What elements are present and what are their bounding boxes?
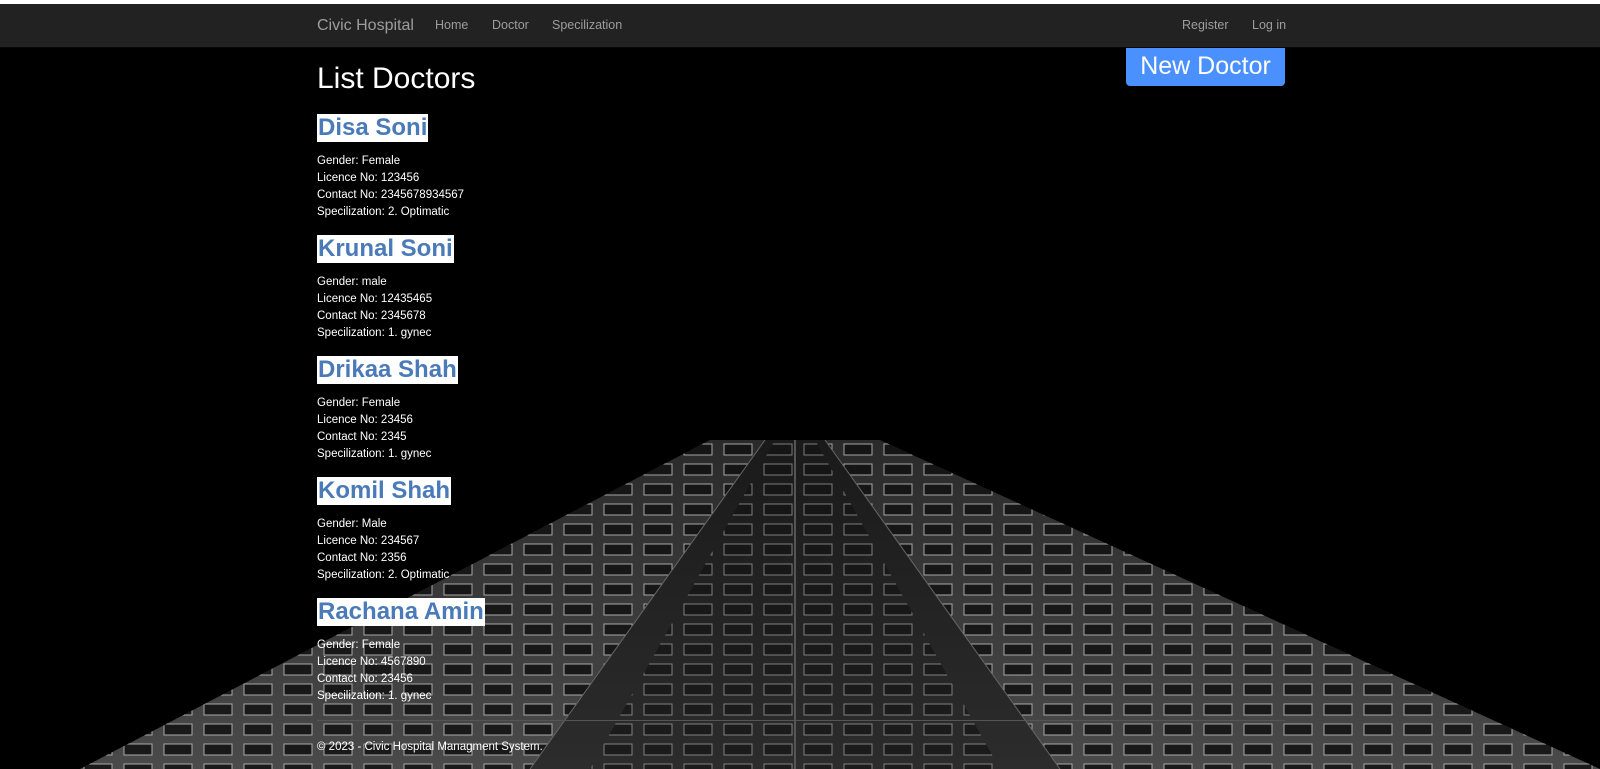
doctor-specilization: Specilization: 1. gynec xyxy=(317,690,432,702)
doctor-specilization: Specilization: 1. gynec xyxy=(317,448,432,460)
doctor-card: Drikaa Shah Gender: Female Licence No: 2… xyxy=(317,356,817,463)
doctor-contact: Contact No: 2345678934567 xyxy=(317,189,465,201)
doctor-details: Gender: Male Licence No: 234567 Contact … xyxy=(317,516,817,584)
doctor-details: Gender: male Licence No: 12435465 Contac… xyxy=(317,274,817,342)
doctor-details: Gender: Female Licence No: 4567890 Conta… xyxy=(317,637,817,705)
doctor-licence: Licence No: 4567890 xyxy=(317,656,426,668)
doctor-details: Gender: Female Licence No: 123456 Contac… xyxy=(317,153,817,221)
navbar: Civic Hospital Home Doctor Specilization… xyxy=(0,4,1600,48)
doctor-gender: Gender: male xyxy=(317,276,387,288)
doctor-contact: Contact No: 2356 xyxy=(317,552,407,564)
doctor-licence: Licence No: 12435465 xyxy=(317,293,433,305)
doctor-contact: Contact No: 23456 xyxy=(317,673,413,685)
doctor-licence: Licence No: 123456 xyxy=(317,172,420,184)
doctor-specilization: Specilization: 2. Optimatic xyxy=(317,569,450,581)
doctor-contact: Contact No: 2345 xyxy=(317,431,407,443)
doctor-gender: Gender: Male xyxy=(317,518,387,530)
doctor-specilization: Specilization: 1. gynec xyxy=(317,327,432,339)
doctor-card: Disa Soni Gender: Female Licence No: 123… xyxy=(317,114,817,221)
page-title: List Doctors xyxy=(317,62,476,95)
doctor-details: Gender: Female Licence No: 23456 Contact… xyxy=(317,395,817,463)
doctor-contact: Contact No: 2345678 xyxy=(317,310,426,322)
doctor-licence: Licence No: 23456 xyxy=(317,414,413,426)
doctor-name[interactable]: Rachana Amin xyxy=(317,598,485,626)
footer-text: © 2023 - Civic Hospital Managment System… xyxy=(317,741,543,753)
doctor-card: Krunal Soni Gender: male Licence No: 124… xyxy=(317,235,817,342)
doctor-gender: Gender: Female xyxy=(317,639,401,651)
new-doctor-button[interactable]: New Doctor xyxy=(1126,48,1285,86)
nav-doctor-link[interactable]: Doctor xyxy=(492,4,529,47)
doctor-card: Rachana Amin Gender: Female Licence No: … xyxy=(317,598,817,705)
brand-link[interactable]: Civic Hospital xyxy=(317,4,414,47)
footer-divider xyxy=(317,720,1285,721)
doctor-specilization: Specilization: 2. Optimatic xyxy=(317,206,450,218)
nav-specilization-link[interactable]: Specilization xyxy=(552,4,622,47)
nav-home-link[interactable]: Home xyxy=(435,4,468,47)
doctor-name[interactable]: Komil Shah xyxy=(317,477,452,505)
doctor-gender: Gender: Female xyxy=(317,155,401,167)
nav-login-link[interactable]: Log in xyxy=(1252,4,1286,47)
nav-register-link[interactable]: Register xyxy=(1182,4,1229,47)
doctor-name[interactable]: Disa Soni xyxy=(317,114,429,142)
doctor-card: Komil Shah Gender: Male Licence No: 2345… xyxy=(317,477,817,584)
doctor-licence: Licence No: 234567 xyxy=(317,535,420,547)
page: Civic Hospital Home Doctor Specilization… xyxy=(0,0,1600,769)
doctor-name[interactable]: Krunal Soni xyxy=(317,235,454,263)
doctor-name[interactable]: Drikaa Shah xyxy=(317,356,458,384)
doctor-gender: Gender: Female xyxy=(317,397,401,409)
